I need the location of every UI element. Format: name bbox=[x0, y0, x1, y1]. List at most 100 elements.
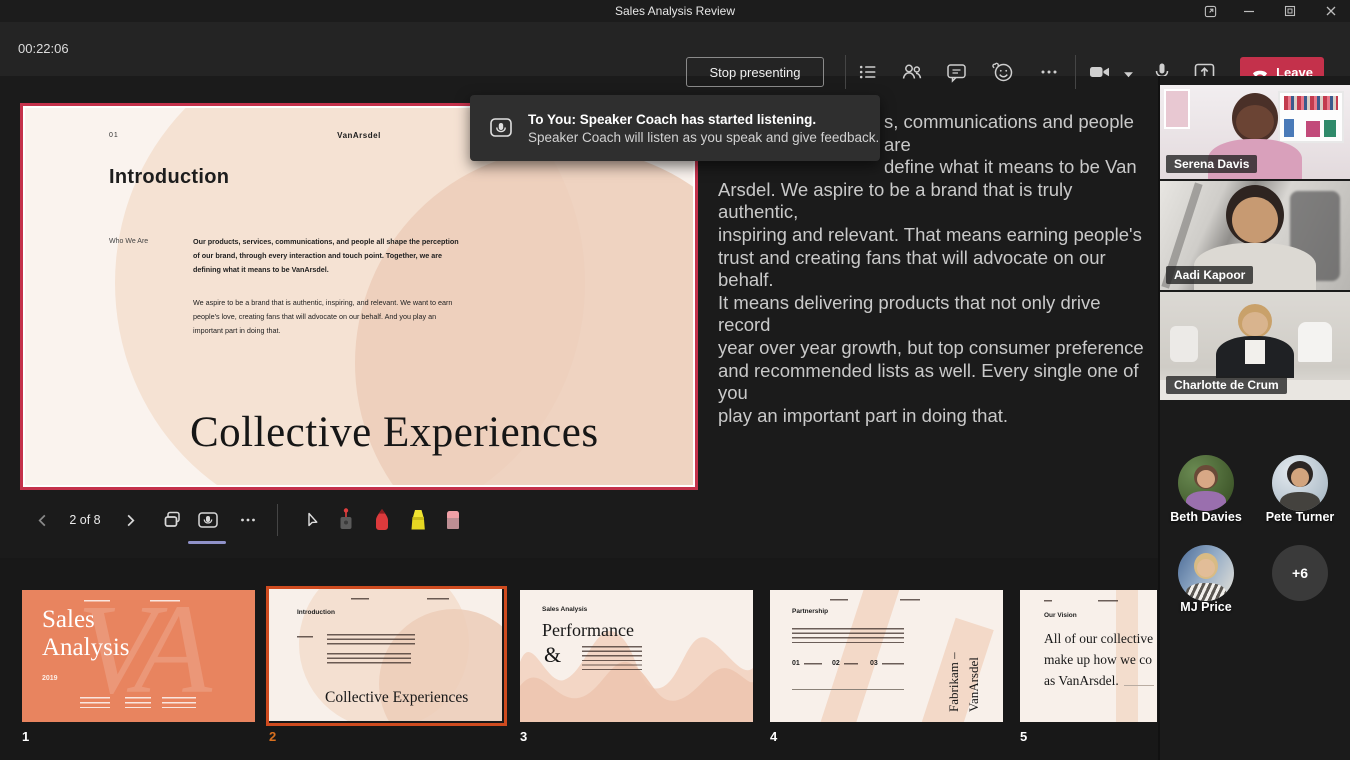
thumb4-step-3: 03 bbox=[870, 660, 878, 667]
slide-thumbnail-5[interactable]: Our Vision All of our collective make up… bbox=[1020, 590, 1157, 722]
thumb2-number: 2 bbox=[269, 729, 276, 744]
camera-icon[interactable] bbox=[1088, 60, 1112, 84]
more-options-icon[interactable] bbox=[1037, 60, 1061, 84]
window-titlebar: Sales Analysis Review bbox=[0, 0, 1350, 22]
thumb-decor-text bbox=[844, 663, 858, 666]
highlighter-tool-icon[interactable] bbox=[405, 505, 431, 535]
slide-thumbnail-4[interactable]: Partnership 01 02 03 Fabrikam – VanArsde… bbox=[770, 590, 1003, 722]
thumb2-title: Collective Experiences bbox=[325, 689, 468, 707]
thumb-decor-text bbox=[1044, 600, 1052, 603]
thumb1-title-line1: Sales bbox=[42, 606, 95, 634]
next-slide-button[interactable] bbox=[120, 505, 140, 535]
person-face bbox=[1236, 105, 1274, 139]
thumb4-number: 4 bbox=[770, 729, 777, 744]
person-face bbox=[1232, 197, 1278, 243]
previous-slide-button[interactable] bbox=[32, 505, 52, 535]
thumb-decor-text bbox=[80, 697, 110, 708]
reactions-icon[interactable] bbox=[990, 60, 1014, 84]
meeting-timer: 00:22:06 bbox=[18, 22, 69, 76]
thumb-decor-text bbox=[792, 628, 904, 645]
speaker-coach-toast[interactable]: To You: Speaker Coach has started listen… bbox=[470, 95, 880, 161]
thumb-decor-text bbox=[1098, 600, 1118, 603]
popout-icon[interactable] bbox=[1201, 3, 1219, 19]
speaker-coach-active-indicator bbox=[188, 541, 226, 544]
thumb2-heading: Introduction bbox=[297, 609, 335, 616]
avatar-beth-davies[interactable] bbox=[1178, 455, 1234, 511]
thumb1-year: 2019 bbox=[42, 675, 58, 682]
person-face bbox=[1197, 470, 1215, 488]
thumb-decor-text bbox=[125, 697, 151, 708]
participant-name-label: Charlotte de Crum bbox=[1166, 376, 1287, 394]
toolbar-divider bbox=[845, 55, 846, 89]
thumb4-step-2: 02 bbox=[832, 660, 840, 667]
pen-tool-icon[interactable] bbox=[369, 505, 395, 535]
slide-paragraph-bold: Our products, services, communications, … bbox=[193, 235, 459, 277]
maximize-icon[interactable] bbox=[1281, 3, 1299, 19]
thumb-decor-text bbox=[830, 599, 848, 602]
slide-grid-icon[interactable] bbox=[158, 505, 188, 535]
participants-icon[interactable] bbox=[900, 60, 924, 84]
thumb-decor-text bbox=[84, 600, 110, 604]
slide-paragraph: We aspire to be a brand that is authenti… bbox=[193, 296, 459, 338]
person-body bbox=[1186, 583, 1226, 601]
laser-pointer-tool-icon[interactable] bbox=[333, 505, 359, 535]
thumb3-number: 3 bbox=[520, 729, 527, 744]
speaker-coach-toggle-icon[interactable] bbox=[193, 505, 223, 535]
overflow-participants-badge[interactable]: +6 bbox=[1272, 545, 1328, 601]
chat-icon[interactable] bbox=[944, 60, 968, 84]
person-body bbox=[1280, 492, 1320, 511]
toolbar-divider bbox=[1075, 55, 1076, 89]
thumb5-heading-text: Our Vision bbox=[1044, 612, 1077, 619]
slide-position-label: 2 of 8 bbox=[58, 505, 112, 535]
notes-line: and recommended lists as well. Every sin… bbox=[718, 360, 1146, 405]
notes-line: trust and creating fans that will advoca… bbox=[718, 247, 1146, 292]
agenda-list-icon[interactable] bbox=[856, 60, 880, 84]
thumb-decor-text bbox=[882, 663, 904, 666]
thumb5-text: All of our collective make up how we co … bbox=[1044, 628, 1153, 691]
thumb4-vertical-text-2: VanArsdel bbox=[966, 657, 982, 712]
nav-divider bbox=[277, 504, 278, 536]
pointer-tool-icon[interactable] bbox=[300, 505, 326, 535]
thumb-decor-text bbox=[150, 600, 180, 604]
close-icon[interactable] bbox=[1322, 3, 1340, 19]
slide-thumbnail-3[interactable]: Sales Analysis Performance & bbox=[520, 590, 753, 722]
slide-side-label: Who We Are bbox=[109, 238, 148, 245]
thumb-decor-text bbox=[327, 653, 411, 667]
chair-decor bbox=[1298, 322, 1332, 362]
thumb-decor-text bbox=[351, 598, 369, 601]
window-title: Sales Analysis Review bbox=[0, 0, 1350, 22]
meeting-toolbar: 00:22:06 Stop presenting bbox=[0, 22, 1350, 76]
participant-name-label: Serena Davis bbox=[1166, 155, 1257, 173]
thumb-decor-text bbox=[162, 697, 196, 708]
teams-meeting-window: Sales Analysis Review 00:22:06 Stop pres… bbox=[0, 0, 1350, 760]
toast-body: Speaker Coach will listen as you speak a… bbox=[528, 130, 879, 145]
thumb-decor-text bbox=[297, 636, 313, 639]
avatar-mj-price[interactable] bbox=[1178, 545, 1234, 601]
thumb-decor-line bbox=[792, 689, 904, 690]
eraser-tool-icon[interactable] bbox=[440, 505, 466, 535]
video-tile-aadi-kapoor[interactable]: Aadi Kapoor bbox=[1160, 181, 1350, 290]
minimize-icon[interactable] bbox=[1240, 3, 1258, 19]
camera-dropdown-icon[interactable] bbox=[1116, 62, 1140, 86]
poster-decor bbox=[1164, 89, 1190, 129]
notes-line: play an important part in doing that. bbox=[718, 405, 1146, 428]
thumb-decor-text bbox=[900, 599, 920, 602]
notes-line: inspiring and relevant. That means earni… bbox=[718, 224, 1146, 247]
thumb3-title: Performance bbox=[542, 620, 634, 641]
bookshelf-decor bbox=[1278, 91, 1344, 143]
thumb-decor-text bbox=[427, 598, 449, 601]
thumb1-title-line2: Analysis bbox=[42, 634, 130, 662]
notes-line: year over year growth, but top consumer … bbox=[718, 337, 1146, 360]
slide-more-options-icon[interactable] bbox=[234, 505, 262, 535]
thumb4-step-1: 01 bbox=[792, 660, 800, 667]
notes-line: Arsdel. We aspire to be a brand that is … bbox=[718, 179, 1146, 224]
person-face bbox=[1291, 468, 1309, 487]
slide-thumbnail-2[interactable]: Introduction Collective Experiences bbox=[269, 589, 502, 721]
toast-title: To You: Speaker Coach has started listen… bbox=[528, 112, 879, 127]
video-tile-charlotte-de-crum[interactable]: Charlotte de Crum bbox=[1160, 292, 1350, 400]
slide-thumbnail-1[interactable]: VA Sales Analysis 2019 bbox=[22, 590, 255, 722]
video-tile-serena-davis[interactable]: Serena Davis bbox=[1160, 85, 1350, 179]
person-face bbox=[1197, 559, 1215, 577]
avatar-pete-turner[interactable] bbox=[1272, 455, 1328, 511]
stop-presenting-button[interactable]: Stop presenting bbox=[686, 57, 824, 87]
